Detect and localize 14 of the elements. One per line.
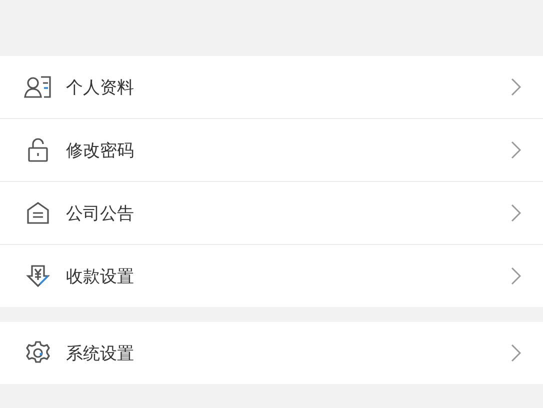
chevron-right-icon [511, 78, 521, 96]
gear-icon [24, 341, 52, 365]
chevron-right-icon [511, 267, 521, 285]
yen-arrow-icon [24, 264, 52, 288]
settings-row[interactable]: 收款设置 [0, 244, 543, 307]
chevron-right-icon [511, 344, 521, 362]
settings-row[interactable]: 系统设置 [0, 322, 543, 384]
chevron-right-icon [511, 141, 521, 159]
settings-row[interactable]: 修改密码 [0, 118, 543, 181]
settings-row[interactable]: 公司公告 [0, 181, 543, 244]
chevron-right-icon [511, 204, 521, 222]
settings-row[interactable]: 个人资料 [0, 56, 543, 118]
envelope-icon [24, 201, 52, 225]
person-card-icon [24, 75, 52, 99]
